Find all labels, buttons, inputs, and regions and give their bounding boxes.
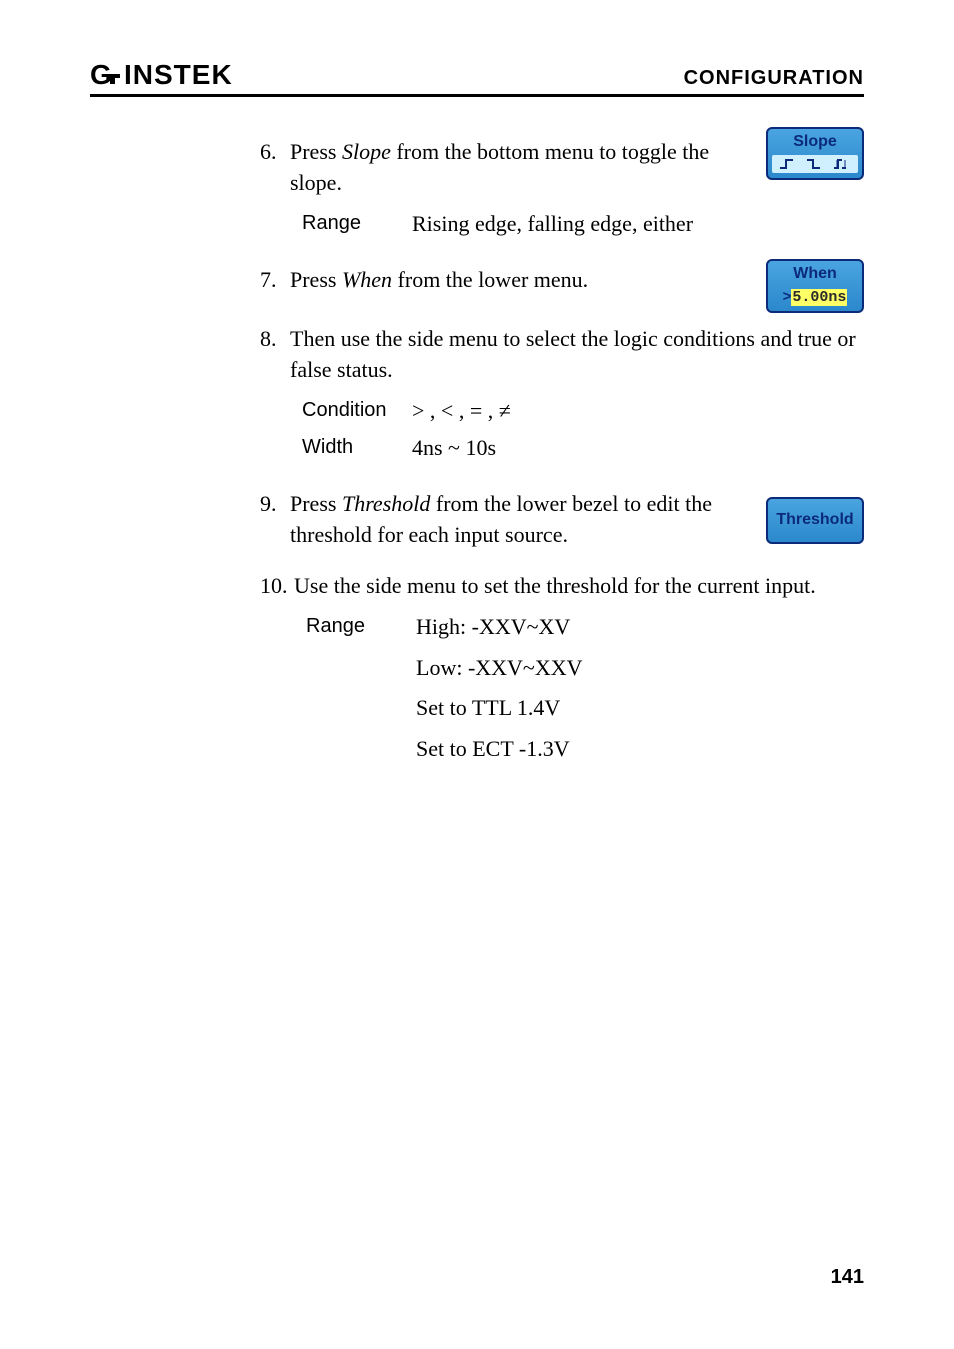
- page-number: 141: [831, 1266, 864, 1289]
- sub-label: Condition: [302, 396, 412, 427]
- text: Then use the side menu to select the log…: [290, 326, 856, 382]
- sub-value: 4ns ~ 10s: [412, 433, 864, 464]
- text: Press: [290, 491, 342, 516]
- svg-text:INSTEK: INSTEK: [124, 60, 233, 90]
- sub-table: Range Rising edge, falling edge, either: [302, 209, 744, 240]
- sub-value: High: -XXV~XV Low: -XXV~XXV Set to TTL 1…: [416, 612, 864, 775]
- sub-value: > , < , = , ≠: [412, 396, 864, 427]
- step-8: 8. Then use the side menu to select the …: [260, 324, 864, 469]
- sub-row: Range High: -XXV~XV Low: -XXV~XXV Set to…: [306, 612, 864, 775]
- when-button-graphic: When >5.00ns: [766, 259, 864, 312]
- falling-edge-icon: [806, 158, 824, 170]
- step-number: 9.: [260, 489, 290, 551]
- section-title: CONFIGURATION: [684, 67, 864, 90]
- text: Press: [290, 267, 342, 292]
- page-header: G INSTEK CONFIGURATION: [90, 60, 864, 97]
- step-7: 7. Press When from the lower menu. When …: [260, 265, 864, 296]
- sub-row: Condition > , < , = , ≠: [302, 396, 864, 427]
- value-line: High: -XXV~XV: [416, 612, 864, 643]
- text: from the lower menu.: [392, 267, 588, 292]
- sub-row: Range Rising edge, falling edge, either: [302, 209, 744, 240]
- threshold-button-graphic: Threshold: [766, 497, 864, 543]
- text-emphasis: Slope: [342, 139, 391, 164]
- text-emphasis: When: [342, 267, 392, 292]
- button-label: Slope: [768, 131, 862, 153]
- text: Use the side menu to set the threshold f…: [294, 573, 816, 598]
- value-line: Set to ECT -1.3V: [416, 734, 864, 765]
- slope-button-graphic: Slope: [766, 127, 864, 180]
- value-line: Set to TTL 1.4V: [416, 693, 864, 724]
- sub-row: Width 4ns ~ 10s: [302, 433, 864, 464]
- step-text: Then use the side menu to select the log…: [290, 324, 864, 469]
- step-number: 8.: [260, 324, 290, 469]
- text-emphasis: Threshold: [342, 491, 430, 516]
- rising-edge-icon: [779, 158, 797, 170]
- step-number: 6.: [260, 137, 290, 245]
- step-text: Use the side menu to set the threshold f…: [294, 571, 864, 781]
- value-line: Low: -XXV~XXV: [416, 653, 864, 684]
- button-label: When: [768, 263, 862, 285]
- page: G INSTEK CONFIGURATION 6. Press Slope fr…: [0, 0, 954, 1349]
- step-6: 6. Press Slope from the bottom menu to t…: [260, 137, 864, 245]
- sub-label: Width: [302, 433, 412, 464]
- step-10: 10. Use the side menu to set the thresho…: [260, 571, 864, 781]
- button-label: Threshold: [768, 509, 862, 531]
- text: Press: [290, 139, 342, 164]
- brand-logo: G INSTEK: [90, 60, 290, 90]
- sub-label: Range: [306, 612, 416, 775]
- step-number: 10.: [260, 571, 294, 781]
- sub-value: Rising edge, falling edge, either: [412, 209, 744, 240]
- slope-icons: [772, 155, 858, 173]
- sub-table: Range High: -XXV~XV Low: -XXV~XXV Set to…: [306, 612, 864, 775]
- sub-label: Range: [302, 209, 412, 240]
- svg-text:G: G: [90, 60, 113, 90]
- sub-table: Condition > , < , = , ≠ Width 4ns ~ 10s: [302, 396, 864, 464]
- step-number: 7.: [260, 265, 290, 296]
- step-9: 9. Press Threshold from the lower bezel …: [260, 489, 864, 551]
- button-value: >5.00ns: [768, 286, 862, 308]
- value: 5.00ns: [791, 289, 847, 306]
- either-edge-icon: [833, 158, 851, 170]
- content: 6. Press Slope from the bottom menu to t…: [90, 137, 864, 781]
